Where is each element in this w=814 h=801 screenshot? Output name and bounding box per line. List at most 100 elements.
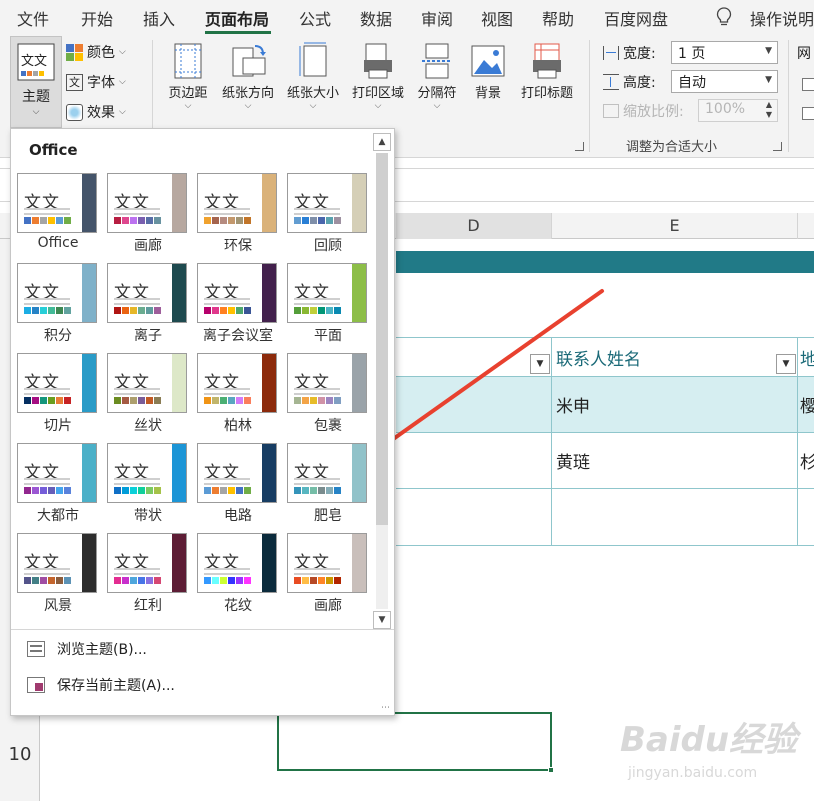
theme-option[interactable]: 文文 包裹 (287, 353, 369, 437)
theme-color-swatch (310, 217, 317, 224)
theme-option[interactable]: 文文 大都市 (17, 443, 99, 527)
theme-color-swatch (318, 217, 325, 224)
theme-option[interactable]: 文文 画廊 (287, 533, 369, 617)
theme-option[interactable]: 文文 离子 (107, 263, 189, 347)
theme-name: 回顾 (314, 238, 342, 254)
theme-accent-strip (262, 354, 276, 412)
theme-color-swatch (236, 307, 243, 314)
theme-option[interactable]: 文文 风景 (17, 533, 99, 617)
theme-thumbnail: 文文 (197, 353, 277, 413)
theme-color-swatch (130, 217, 137, 224)
theme-option[interactable]: 文文 回顾 (287, 173, 369, 257)
theme-color-swatch (310, 577, 317, 584)
theme-color-swatch (302, 397, 309, 404)
scroll-up-icon[interactable]: ▲ (373, 133, 391, 151)
theme-color-swatch (212, 577, 219, 584)
theme-color-swatch (302, 487, 309, 494)
gallery-section-title: Office (29, 141, 78, 159)
theme-color-swatch (48, 487, 55, 494)
theme-color-swatch (334, 487, 341, 494)
theme-color-swatch (302, 217, 309, 224)
theme-thumbnail: 文文 (197, 443, 277, 503)
theme-color-swatch (220, 487, 227, 494)
theme-accent-strip (352, 534, 366, 592)
theme-option[interactable]: 文文 花纹 (197, 533, 279, 617)
theme-option[interactable]: 文文 肥皂 (287, 443, 369, 527)
scroll-thumb[interactable] (376, 153, 388, 525)
theme-option[interactable]: 文文 画廊 (107, 173, 189, 257)
theme-option[interactable]: 文文 离子会议室 (197, 263, 279, 347)
theme-option[interactable]: 文文 带状 (107, 443, 189, 527)
theme-color-swatch (310, 307, 317, 314)
theme-option[interactable]: 文文 丝状 (107, 353, 189, 437)
theme-option[interactable]: 文文 Office (17, 173, 99, 257)
theme-option[interactable]: 文文 环保 (197, 173, 279, 257)
theme-color-swatch (310, 487, 317, 494)
theme-color-swatch (318, 397, 325, 404)
theme-color-swatch (154, 217, 161, 224)
theme-name: 切片 (44, 418, 72, 434)
theme-color-swatch (138, 307, 145, 314)
theme-sample-lines (204, 478, 250, 480)
theme-option[interactable]: 文文 积分 (17, 263, 99, 347)
theme-color-swatch (294, 217, 301, 224)
theme-option[interactable]: 文文 切片 (17, 353, 99, 437)
save-theme-item[interactable]: 保存当前主题(A)... (27, 675, 175, 695)
theme-color-swatch (326, 217, 333, 224)
theme-gallery-dropdown: Office 文文 Office 文文 画廊 文文 环保 文文 回顾 文文 积分 文文 离子 文文 离子会… (10, 128, 395, 716)
theme-thumbnail: 文文 (107, 353, 187, 413)
theme-color-swatch (334, 217, 341, 224)
theme-color-swatch (114, 577, 121, 584)
theme-name: 电路 (224, 508, 252, 524)
theme-sample-lines (294, 478, 340, 480)
theme-option[interactable]: 文文 柏林 (197, 353, 279, 437)
theme-color-swatch (114, 397, 121, 404)
theme-thumbnail: 文文 (17, 443, 97, 503)
theme-sample-lines (294, 568, 340, 570)
theme-name: 柏林 (224, 418, 252, 434)
theme-sample-lines (24, 298, 70, 300)
theme-thumbnail: 文文 (17, 353, 97, 413)
theme-sample-lines (24, 388, 70, 390)
theme-color-swatch (56, 487, 63, 494)
theme-color-swatch (294, 487, 301, 494)
theme-color-swatch (154, 487, 161, 494)
theme-option[interactable]: 文文 电路 (197, 443, 279, 527)
theme-sample-lines (204, 388, 250, 390)
theme-thumbnail: 文文 (107, 443, 187, 503)
theme-color-swatch (212, 397, 219, 404)
theme-color-swatch (146, 397, 153, 404)
scroll-down-icon[interactable]: ▼ (373, 611, 391, 629)
theme-color-swatch (40, 217, 47, 224)
theme-color-swatch (228, 487, 235, 494)
theme-color-swatch (228, 397, 235, 404)
theme-thumbnail: 文文 (287, 173, 367, 233)
theme-color-swatch (244, 307, 251, 314)
theme-color-swatch (48, 577, 55, 584)
resize-grip-icon[interactable]: ⋯ (381, 703, 390, 713)
theme-color-swatch (24, 307, 31, 314)
browse-themes-item[interactable]: 浏览主题(B)... (27, 639, 147, 659)
theme-sample-lines (114, 568, 160, 570)
theme-color-swatch (32, 307, 39, 314)
theme-color-swatch (236, 487, 243, 494)
theme-sample-lines (204, 298, 250, 300)
theme-color-swatch (24, 397, 31, 404)
theme-accent-strip (262, 444, 276, 502)
theme-color-swatch (130, 307, 137, 314)
theme-option[interactable]: 文文 红利 (107, 533, 189, 617)
theme-color-swatch (146, 577, 153, 584)
theme-color-swatch (212, 487, 219, 494)
theme-color-swatch (48, 307, 55, 314)
theme-color-swatch (302, 577, 309, 584)
theme-sample-lines (24, 568, 70, 570)
theme-accent-strip (82, 174, 96, 232)
theme-option[interactable]: 文文 平面 (287, 263, 369, 347)
theme-color-swatch (56, 217, 63, 224)
theme-thumbnail: 文文 (197, 173, 277, 233)
theme-sample-lines (294, 388, 340, 390)
theme-color-swatch (56, 307, 63, 314)
theme-color-swatch (122, 217, 129, 224)
gallery-scrollbar[interactable]: ▲ ▼ (373, 133, 391, 629)
theme-sample-lines (294, 208, 340, 210)
